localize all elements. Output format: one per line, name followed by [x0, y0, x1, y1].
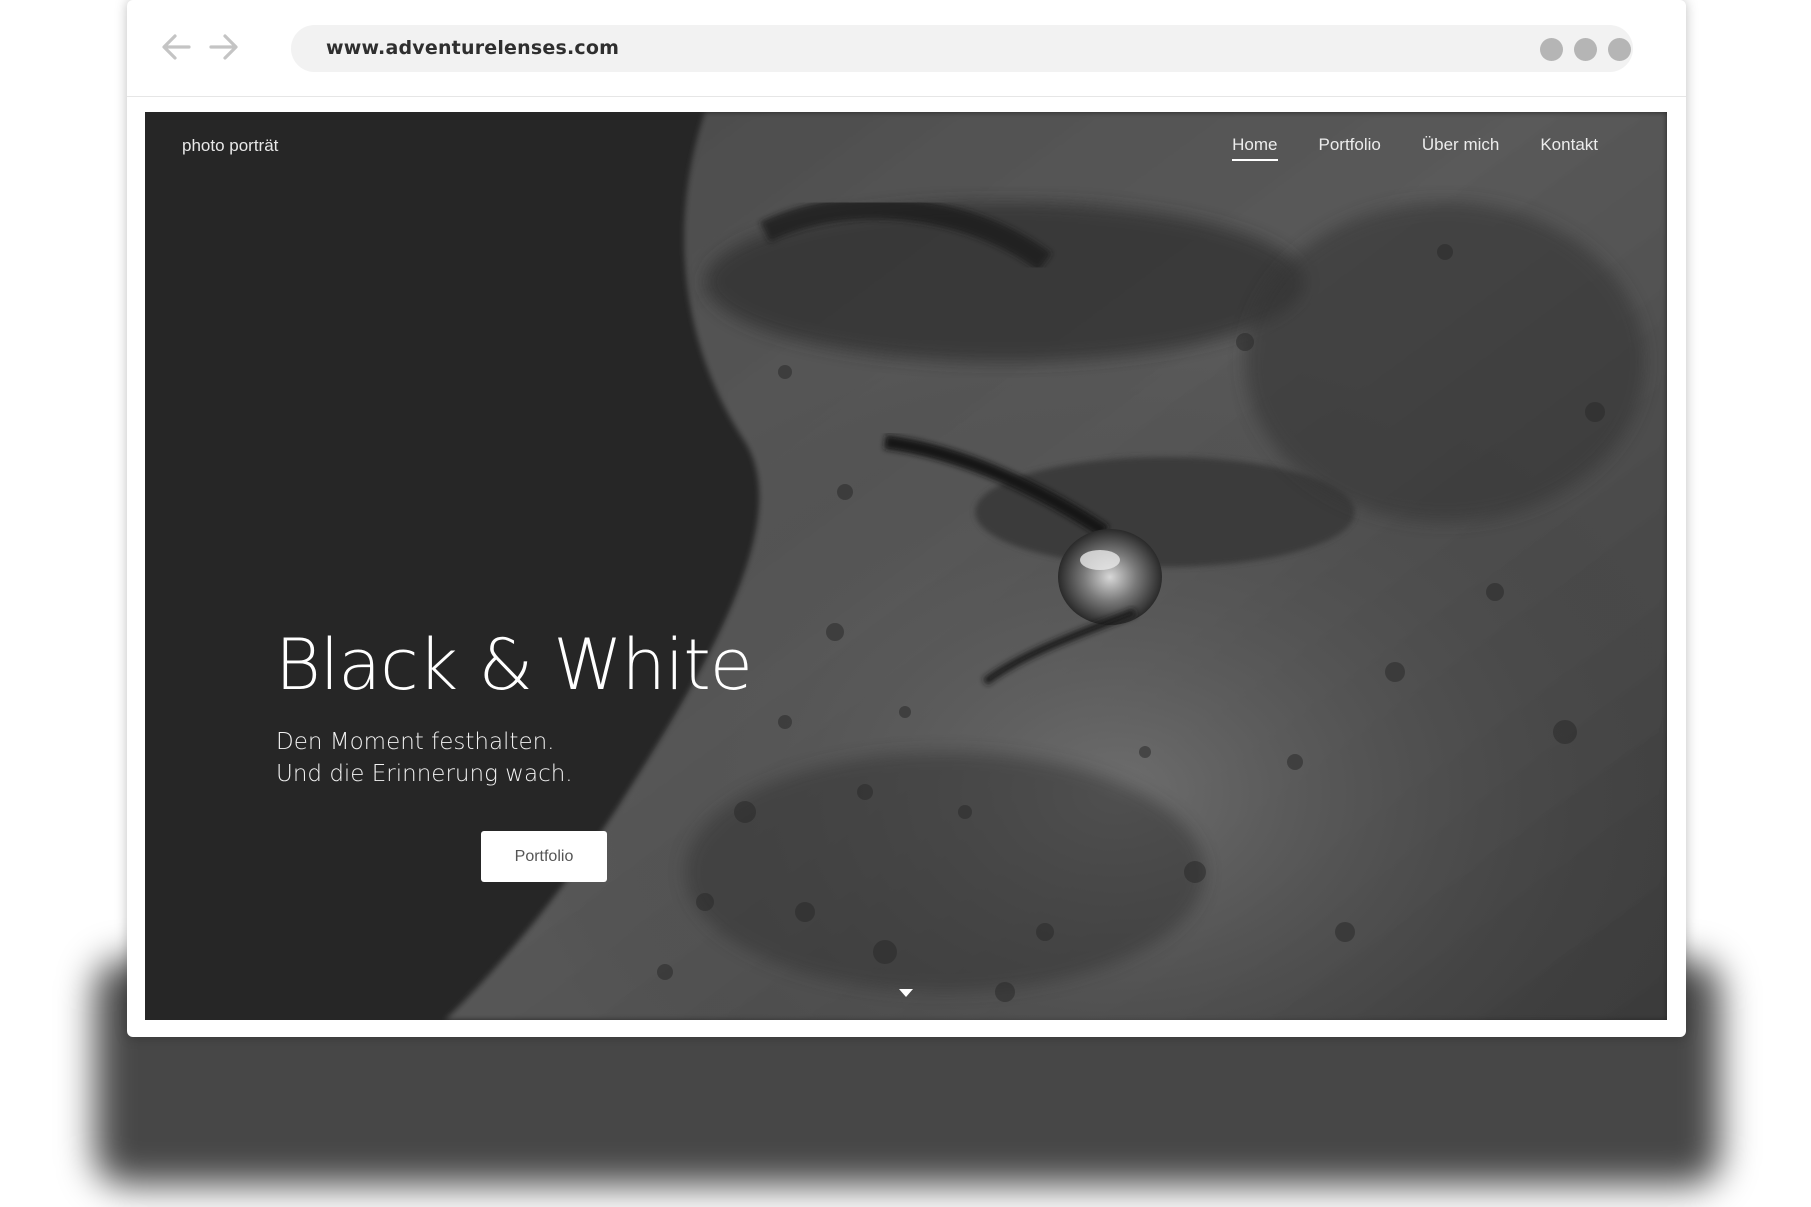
nav-item-about[interactable]: Über mich: [1422, 135, 1499, 161]
website-viewport: photo porträt Home Portfolio Über mich K…: [145, 112, 1667, 1020]
portfolio-button[interactable]: Portfolio: [481, 831, 607, 882]
nav-item-home[interactable]: Home: [1232, 135, 1278, 161]
menu-dot: [1540, 38, 1563, 61]
stage: www.adventurelenses.com photo porträt Ho…: [0, 0, 1811, 1207]
site-logo[interactable]: photo porträt: [182, 136, 278, 156]
caret-down-icon[interactable]: [899, 989, 913, 997]
arrow-left-icon[interactable]: [159, 30, 193, 64]
menu-dot: [1608, 38, 1631, 61]
arrow-right-icon[interactable]: [207, 30, 241, 64]
hero-background-photo: [145, 112, 1667, 1020]
hero-title: Black & White: [275, 624, 753, 706]
browser-menu-dots[interactable]: [1540, 38, 1631, 61]
menu-dot: [1574, 38, 1597, 61]
nav-item-contact[interactable]: Kontakt: [1540, 135, 1598, 161]
browser-toolbar: www.adventurelenses.com: [127, 0, 1686, 97]
site-navigation: Home Portfolio Über mich Kontakt: [1232, 135, 1598, 161]
nav-item-portfolio[interactable]: Portfolio: [1319, 135, 1381, 161]
hero-subtitle-line: Und die Erinnerung wach.: [276, 761, 573, 787]
browser-window: www.adventurelenses.com photo porträt Ho…: [127, 0, 1686, 1037]
hero-subtitle-line: Den Moment festhalten.: [276, 729, 555, 755]
address-bar[interactable]: www.adventurelenses.com: [291, 25, 1633, 72]
hero-subtitle: Den Moment festhalten. Und die Erinnerun…: [276, 726, 573, 790]
